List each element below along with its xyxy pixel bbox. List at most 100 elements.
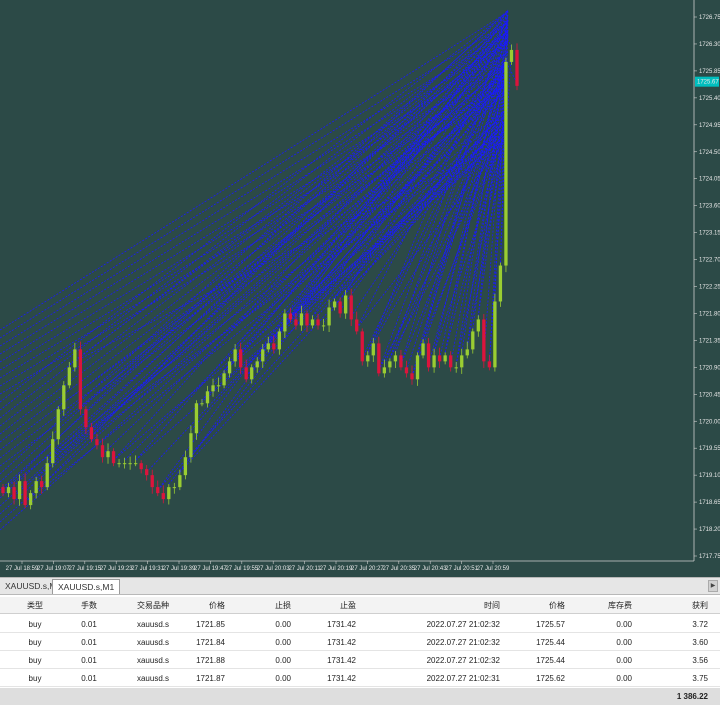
table-row[interactable]: buy 0.01 xauusd.s 1721.88 0.00 1731.42 2… — [0, 652, 720, 669]
trendline — [135, 134, 507, 461]
trendlines-layer — [0, 9, 518, 531]
price-label: 1723.15 — [699, 231, 720, 237]
candle-body — [327, 307, 331, 326]
candle-body — [250, 367, 254, 380]
price-label: 1722.70 — [699, 258, 720, 264]
candle-body — [51, 439, 55, 464]
candle-body — [84, 409, 88, 428]
candle-body — [332, 301, 337, 308]
price-label: 1726.75 — [699, 15, 720, 21]
tab-scroll-right-button[interactable]: ▶ — [708, 580, 718, 592]
cell-profit: 3.75 — [692, 674, 708, 683]
chart-canvas[interactable]: 1726.75 1726.30 1725.85 1725.40 1724.95 1724.… — [0, 0, 720, 577]
header-swap[interactable]: 库存费 — [590, 597, 632, 614]
candle-body — [410, 373, 414, 380]
cell-time: 2022.07.27 21:02:32 — [426, 638, 500, 647]
cell-volume: 0.01 — [81, 638, 97, 647]
candle-body — [178, 475, 182, 488]
table-header: 类型 手数 交易品种 价格 止损 止盈 时间 价格 库存费 获利 — [0, 597, 720, 614]
trendline — [395, 89, 506, 353]
candle-body — [310, 319, 315, 326]
candle-body — [266, 343, 270, 350]
candle-body — [482, 319, 486, 362]
cell-stop-loss: 0.00 — [275, 656, 291, 665]
cell-current-price: 1725.44 — [536, 638, 565, 647]
candle-body — [344, 295, 348, 314]
candle-body — [471, 331, 475, 350]
header-open-price[interactable]: 价格 — [180, 597, 225, 614]
summary-row: 1 386.22 — [0, 688, 720, 705]
tab-chart-2[interactable]: XAUUSD.s,M1 — [52, 579, 121, 594]
header-type[interactable]: 类型 — [18, 597, 52, 614]
candle-body — [360, 331, 364, 362]
header-time[interactable]: 时间 — [430, 597, 500, 614]
trendline — [91, 14, 509, 437]
trendline — [356, 39, 509, 329]
header-stop-loss[interactable]: 止损 — [250, 597, 291, 614]
cell-open-price: 1721.87 — [196, 674, 225, 683]
candle-body — [1, 487, 5, 494]
candle-body — [465, 349, 469, 356]
table-row[interactable]: buy 0.01 xauusd.s 1721.87 0.00 1731.42 2… — [0, 670, 720, 687]
cell-swap: 0.00 — [616, 674, 632, 683]
price-label: 1724.95 — [699, 123, 720, 129]
price-label: 1719.10 — [699, 473, 720, 479]
candle-body — [349, 295, 353, 320]
trendline — [113, 24, 509, 461]
price-label: 1720.90 — [699, 365, 720, 371]
trendline — [0, 61, 509, 443]
trendline — [2, 9, 509, 491]
candle-body — [227, 361, 232, 374]
cell-current-price: 1725.57 — [536, 620, 565, 629]
header-profit[interactable]: 获利 — [670, 597, 708, 614]
trendline — [0, 21, 509, 483]
header-symbol[interactable]: 交易品种 — [127, 597, 179, 614]
candle-body — [150, 475, 154, 488]
price-chart[interactable]: 1726.75 1726.30 1725.85 1725.40 1724.95 1724.… — [0, 0, 720, 577]
candle-body — [316, 319, 320, 326]
candle-body — [504, 61, 508, 266]
cell-type: buy — [28, 674, 42, 683]
price-label: 1720.45 — [699, 392, 720, 398]
trendline — [0, 31, 509, 347]
trendline — [179, 119, 507, 473]
candle-body — [399, 355, 403, 368]
header-volume[interactable]: 手数 — [72, 597, 106, 614]
header-current-price[interactable]: 价格 — [520, 597, 565, 614]
cell-type: buy — [28, 638, 42, 647]
cell-profit: 3.60 — [692, 638, 708, 647]
cell-current-price: 1725.44 — [536, 656, 565, 665]
candle-body — [493, 301, 497, 368]
cell-swap: 0.00 — [616, 620, 632, 629]
header-take-profit[interactable]: 止盈 — [316, 597, 356, 614]
candle-body — [216, 385, 221, 387]
cell-stop-loss: 0.00 — [275, 638, 291, 647]
candle-body — [106, 451, 110, 458]
candle-body — [122, 463, 127, 465]
price-label: 1725.85 — [699, 69, 720, 75]
candle-body — [487, 361, 492, 368]
candle-body — [388, 361, 392, 368]
candle-body — [111, 451, 116, 464]
cell-stop-loss: 0.00 — [275, 674, 291, 683]
price-label: 1721.80 — [699, 311, 720, 317]
cell-swap: 0.00 — [616, 656, 632, 665]
price-label: 1718.65 — [699, 500, 720, 506]
table-row[interactable]: buy 0.01 xauusd.s 1721.85 0.00 1731.42 2… — [0, 616, 720, 633]
price-label: 1718.20 — [699, 527, 720, 533]
candle-body — [421, 343, 425, 356]
time-label: 27 Jul 20:19 — [320, 566, 353, 572]
candle-body — [23, 481, 27, 506]
time-label: 27 Jul 19:23 — [100, 566, 133, 572]
trendline — [2, 109, 507, 491]
trendline — [0, 61, 509, 515]
candle-body — [12, 487, 16, 500]
trendline — [223, 139, 507, 371]
candle-body — [321, 325, 326, 327]
price-label: 1720.00 — [699, 419, 720, 425]
table-row[interactable]: buy 0.01 xauusd.s 1721.84 0.00 1731.42 2… — [0, 634, 720, 651]
total-profit: 1 386.22 — [676, 692, 708, 701]
price-label: 1721.35 — [699, 338, 720, 344]
cell-profit: 3.72 — [692, 620, 708, 629]
cell-time: 2022.07.27 21:02:31 — [426, 674, 500, 683]
